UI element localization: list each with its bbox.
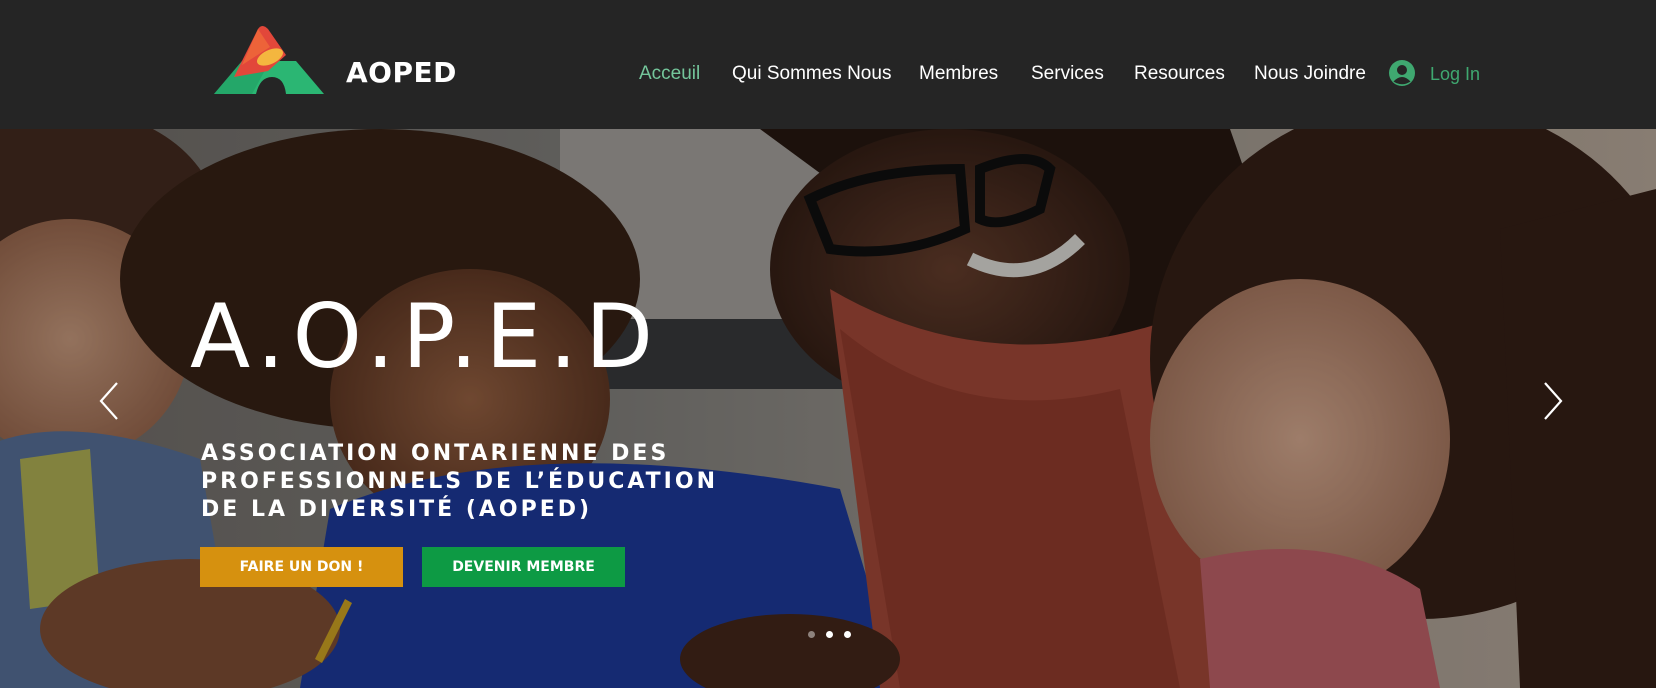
login-label: Log In: [1430, 64, 1481, 84]
hero-slider: A.O.P.E.D ASSOCIATION ONTARIENNE DES PRO…: [0, 129, 1656, 688]
aoped-logo[interactable]: [212, 25, 326, 95]
hero-photo: [0, 129, 1656, 688]
nav-item-acceuil[interactable]: Acceuil: [639, 60, 700, 88]
nav-item-resources[interactable]: Resources: [1134, 60, 1225, 88]
hero-subtitle: ASSOCIATION ONTARIENNE DES PROFESSIONNEL…: [201, 440, 821, 524]
become-member-button[interactable]: DEVENIR MEMBRE: [422, 547, 625, 587]
slide-dot[interactable]: [808, 631, 815, 638]
nav-item-services[interactable]: Services: [1031, 60, 1104, 88]
chevron-right-icon[interactable]: [1541, 381, 1565, 421]
hero-subtitle-line: DE LA DIVERSITÉ (AOPED): [201, 497, 593, 522]
slider-pagination: [808, 631, 856, 641]
slide-dot[interactable]: [826, 631, 833, 638]
user-avatar-icon: [1389, 60, 1415, 86]
nav-item-membres[interactable]: Membres: [919, 60, 998, 88]
slide-dot[interactable]: [844, 631, 851, 638]
site-header: AOPED Acceuil Qui Sommes Nous Membres Se…: [0, 0, 1656, 129]
brand-name[interactable]: AOPED: [346, 56, 457, 90]
nav-item-qui-sommes-nous[interactable]: Qui Sommes Nous: [732, 60, 891, 88]
hero-title: A.O.P.E.D: [190, 285, 661, 388]
hero-subtitle-line: PROFESSIONNELS DE L’ÉDUCATION: [201, 469, 718, 494]
nav-item-nous-joindre[interactable]: Nous Joindre: [1254, 60, 1366, 88]
chevron-left-icon[interactable]: [97, 381, 121, 421]
hero-subtitle-line: ASSOCIATION ONTARIENNE DES: [201, 441, 670, 466]
donate-button[interactable]: FAIRE UN DON !: [200, 547, 403, 587]
